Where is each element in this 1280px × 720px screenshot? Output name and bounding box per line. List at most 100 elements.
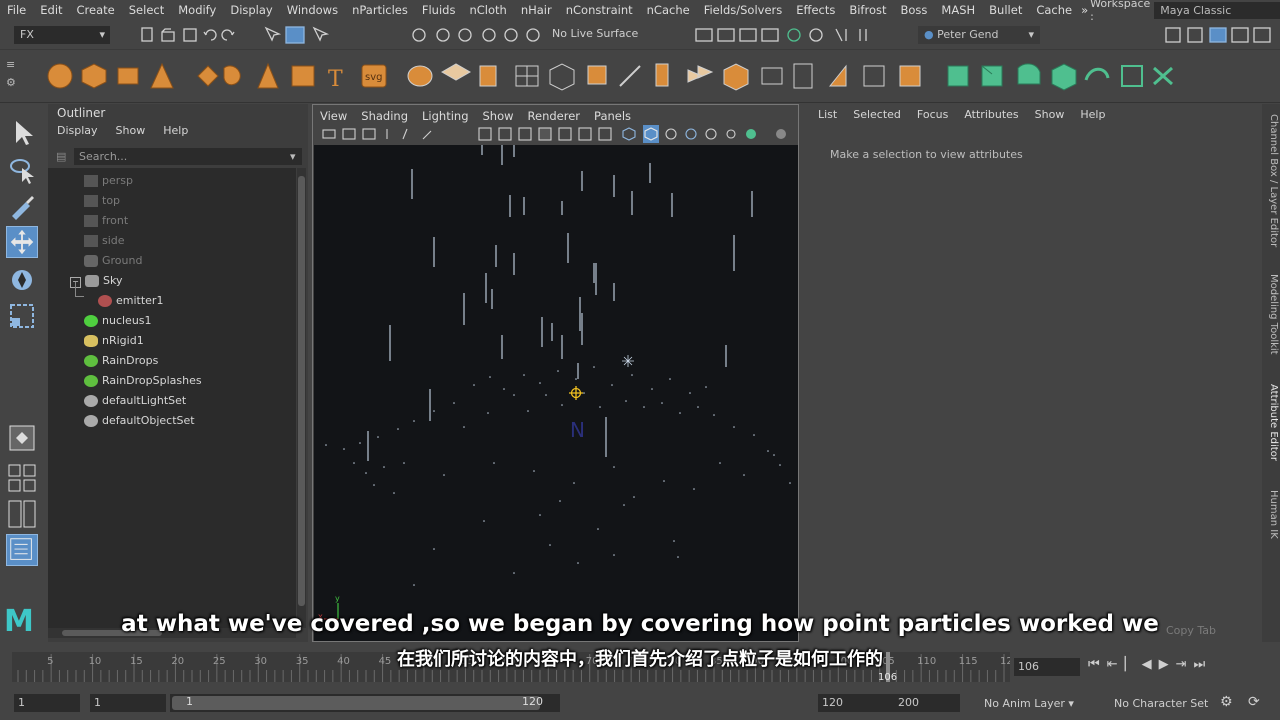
viewport-menu-lighting[interactable]: Lighting xyxy=(415,109,475,123)
snap-tools-icons[interactable] xyxy=(405,24,545,46)
scale-tool-icon[interactable] xyxy=(6,300,38,332)
user-account-dropdown[interactable]: ● Peter Gend ▾ xyxy=(918,26,1040,44)
menu-bullet[interactable]: Bullet xyxy=(982,3,1029,17)
viewport-menu-show[interactable]: Show xyxy=(476,109,521,123)
outliner-item-defaultlightset[interactable]: defaultLightSet xyxy=(84,391,186,411)
attr-menu-attributes[interactable]: Attributes xyxy=(956,108,1026,121)
outliner-title: Outliner xyxy=(57,106,106,120)
live-surface-label[interactable]: No Live Surface xyxy=(552,27,638,40)
paint-select-tool-icon[interactable] xyxy=(6,190,38,222)
viewport-canvas[interactable]: N y x xyxy=(314,145,798,641)
menuset-dropdown[interactable]: FX ▾ xyxy=(14,26,110,44)
rotate-tool-icon[interactable] xyxy=(6,264,38,296)
outliner-menu-display[interactable]: Display xyxy=(48,124,107,137)
auto-key-icon[interactable]: ⟳ xyxy=(1248,694,1260,710)
tab-human-ik[interactable]: Human IK xyxy=(1263,490,1279,539)
menu-fluids[interactable]: Fluids xyxy=(415,3,463,17)
svg-text:N: N xyxy=(570,418,585,442)
filter-icon[interactable]: ▤ xyxy=(56,150,66,163)
outliner-menu-help[interactable]: Help xyxy=(154,124,197,137)
attr-menu-focus[interactable]: Focus xyxy=(909,108,956,121)
menu-nconstraint[interactable]: nConstraint xyxy=(559,3,640,17)
outliner-item-defaultobjectset[interactable]: defaultObjectSet xyxy=(84,411,195,431)
menu-nhair[interactable]: nHair xyxy=(514,3,559,17)
viewport-menu-renderer[interactable]: Renderer xyxy=(521,109,588,123)
attr-menu-help[interactable]: Help xyxy=(1072,108,1113,121)
outliner-item-top[interactable]: top xyxy=(84,191,120,211)
menu-windows[interactable]: Windows xyxy=(280,3,345,17)
menu-create[interactable]: Create xyxy=(70,3,122,17)
workspace-dropdown[interactable]: Maya Classic xyxy=(1154,1,1280,19)
menu-display[interactable]: Display xyxy=(223,3,279,17)
poly-primitives-icons[interactable]: T svg xyxy=(40,50,410,102)
menu-bifrost[interactable]: Bifrost xyxy=(842,3,893,17)
character-set-dropdown[interactable]: No Character Set xyxy=(1114,697,1208,710)
menu-nparticles[interactable]: nParticles xyxy=(345,3,415,17)
range-slider: 1 1 1 120 120 200 No Anim Layer ▾ No Cha… xyxy=(0,690,1280,718)
select-tool-icon[interactable] xyxy=(6,116,38,148)
viewport-menu-view[interactable]: View xyxy=(313,109,354,123)
outliner-item-ground[interactable]: Ground xyxy=(84,251,142,271)
menu-ncache[interactable]: nCache xyxy=(640,3,697,17)
tab-attribute-editor[interactable]: Attribute Editor xyxy=(1263,384,1279,461)
outliner-item-raindrops[interactable]: RainDrops xyxy=(84,351,158,371)
chevron-down-icon: ▾ xyxy=(1028,28,1034,41)
menu-ncloth[interactable]: nCloth xyxy=(462,3,513,17)
range-slider-end-label: 120 xyxy=(522,695,543,708)
outliner-item-emitter1[interactable]: emitter1 xyxy=(98,291,163,311)
attr-menu-show[interactable]: Show xyxy=(1027,108,1073,121)
attribute-editor-menu: List Selected Focus Attributes Show Help xyxy=(810,108,1113,121)
attr-menu-selected[interactable]: Selected xyxy=(845,108,909,121)
lasso-tool-icon[interactable] xyxy=(6,154,38,186)
menu-cache[interactable]: Cache xyxy=(1029,3,1079,17)
outliner-item-raindropsplashes[interactable]: RainDropSplashes xyxy=(84,371,202,391)
playback-start-field[interactable]: 1 xyxy=(90,694,166,712)
outliner-search-input[interactable]: Search... xyxy=(74,148,302,165)
svg-text:y: y xyxy=(335,594,340,603)
animation-preferences-icon[interactable]: ⚙ xyxy=(1220,694,1233,710)
outliner-vertical-scrollbar[interactable] xyxy=(297,168,306,628)
menu-file[interactable]: File xyxy=(0,3,33,17)
tab-modeling-toolkit[interactable]: Modeling Toolkit xyxy=(1263,274,1279,355)
modeling-tools-icons[interactable] xyxy=(398,50,938,102)
render-tools-icons[interactable] xyxy=(690,24,880,46)
menu-select[interactable]: Select xyxy=(122,3,171,17)
range-slider-bar[interactable]: 1 120 xyxy=(170,694,560,712)
shelf-menu-icon[interactable]: ≡ xyxy=(6,58,15,71)
nparticle-shelf-icons[interactable] xyxy=(940,50,1190,102)
range-slider-handle[interactable] xyxy=(172,696,540,710)
outliner-item-side[interactable]: side xyxy=(84,231,125,251)
outliner-layout-button[interactable] xyxy=(6,534,38,566)
outliner-menu-show[interactable]: Show xyxy=(107,124,155,137)
menu-edit[interactable]: Edit xyxy=(33,3,69,17)
menu-boss[interactable]: Boss xyxy=(894,3,935,17)
outliner-item-persp[interactable]: persp xyxy=(84,171,133,191)
anim-layer-dropdown[interactable]: No Anim Layer ▾ xyxy=(984,697,1074,710)
tab-channel-box[interactable]: Channel Box / Layer Editor xyxy=(1263,114,1279,247)
animation-start-field[interactable]: 1 xyxy=(14,694,80,712)
menu-fields-solvers[interactable]: Fields/Solvers xyxy=(697,3,790,17)
gear-icon[interactable]: ⚙ xyxy=(6,76,16,89)
four-pane-layout-icon[interactable] xyxy=(6,462,38,494)
animation-end-field[interactable]: 200 xyxy=(894,694,960,712)
viewport-toolbar-icons[interactable] xyxy=(317,125,797,143)
attr-menu-list[interactable]: List xyxy=(810,108,845,121)
panel-layout-icons[interactable] xyxy=(1160,24,1275,46)
move-tool-button[interactable] xyxy=(6,226,38,258)
svg-text:T: T xyxy=(328,67,343,92)
menu-overflow-icon[interactable]: » xyxy=(1079,3,1090,17)
single-pane-layout-icon[interactable] xyxy=(6,422,38,454)
menu-mash[interactable]: MASH xyxy=(934,3,982,17)
attribute-editor-panel: List Selected Focus Attributes Show Help… xyxy=(806,104,1261,642)
playback-end-field[interactable]: 120 xyxy=(818,694,894,712)
menu-effects[interactable]: Effects xyxy=(789,3,842,17)
outliner-item-front[interactable]: front xyxy=(84,211,128,231)
two-pane-layout-icon[interactable] xyxy=(6,498,38,530)
viewport-menu-panels[interactable]: Panels xyxy=(587,109,638,123)
chevron-down-icon: ▾ xyxy=(1068,697,1074,710)
viewport-menu-shading[interactable]: Shading xyxy=(354,109,415,123)
chevron-down-icon[interactable]: ▾ xyxy=(290,150,296,163)
outliner-item-nrigid1[interactable]: nRigid1 xyxy=(84,331,144,351)
menu-modify[interactable]: Modify xyxy=(171,3,223,17)
outliner-item-nucleus1[interactable]: nucleus1 xyxy=(84,311,152,331)
